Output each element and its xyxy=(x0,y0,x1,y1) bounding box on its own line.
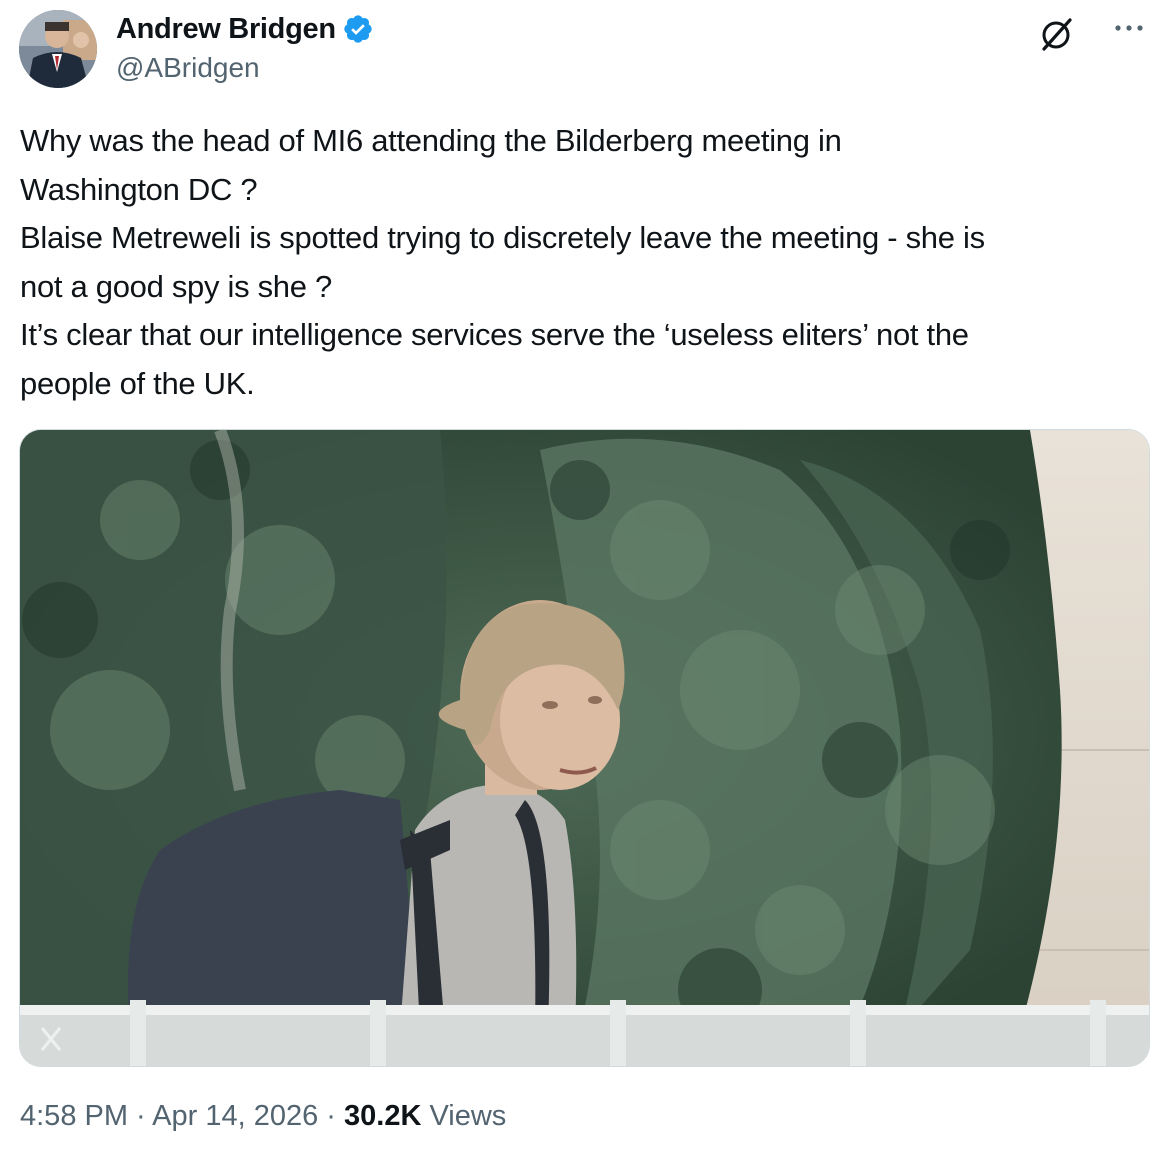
tweet-video[interactable] xyxy=(19,429,1150,1067)
tweet: Andrew Bridgen @ABridgen Why was the hea… xyxy=(0,0,1167,1155)
tweet-meta: 4:58 PM · Apr 14, 2026 · 30.2K Views xyxy=(20,1100,506,1133)
display-name[interactable]: Andrew Bridgen xyxy=(116,13,336,46)
more-icon[interactable] xyxy=(1110,18,1150,42)
tweet-text: Why was the head of MI6 attending the Bi… xyxy=(20,123,985,401)
avatar[interactable] xyxy=(19,10,97,88)
name-row: Andrew Bridgen xyxy=(116,12,374,46)
handle[interactable]: @ABridgen xyxy=(116,52,374,84)
tweet-date[interactable]: Apr 14, 2026 xyxy=(152,1100,318,1132)
author-block: Andrew Bridgen @ABridgen xyxy=(116,12,374,84)
views-count: 30.2K xyxy=(344,1100,422,1132)
grok-icon[interactable] xyxy=(1036,14,1076,54)
separator: · xyxy=(318,1100,345,1132)
views-label: Views xyxy=(421,1100,507,1132)
video-frame xyxy=(20,430,1149,1066)
separator: · xyxy=(128,1100,153,1132)
tweet-time[interactable]: 4:58 PM xyxy=(20,1100,128,1132)
verified-badge-icon[interactable] xyxy=(342,13,374,45)
avatar-image xyxy=(19,10,97,88)
